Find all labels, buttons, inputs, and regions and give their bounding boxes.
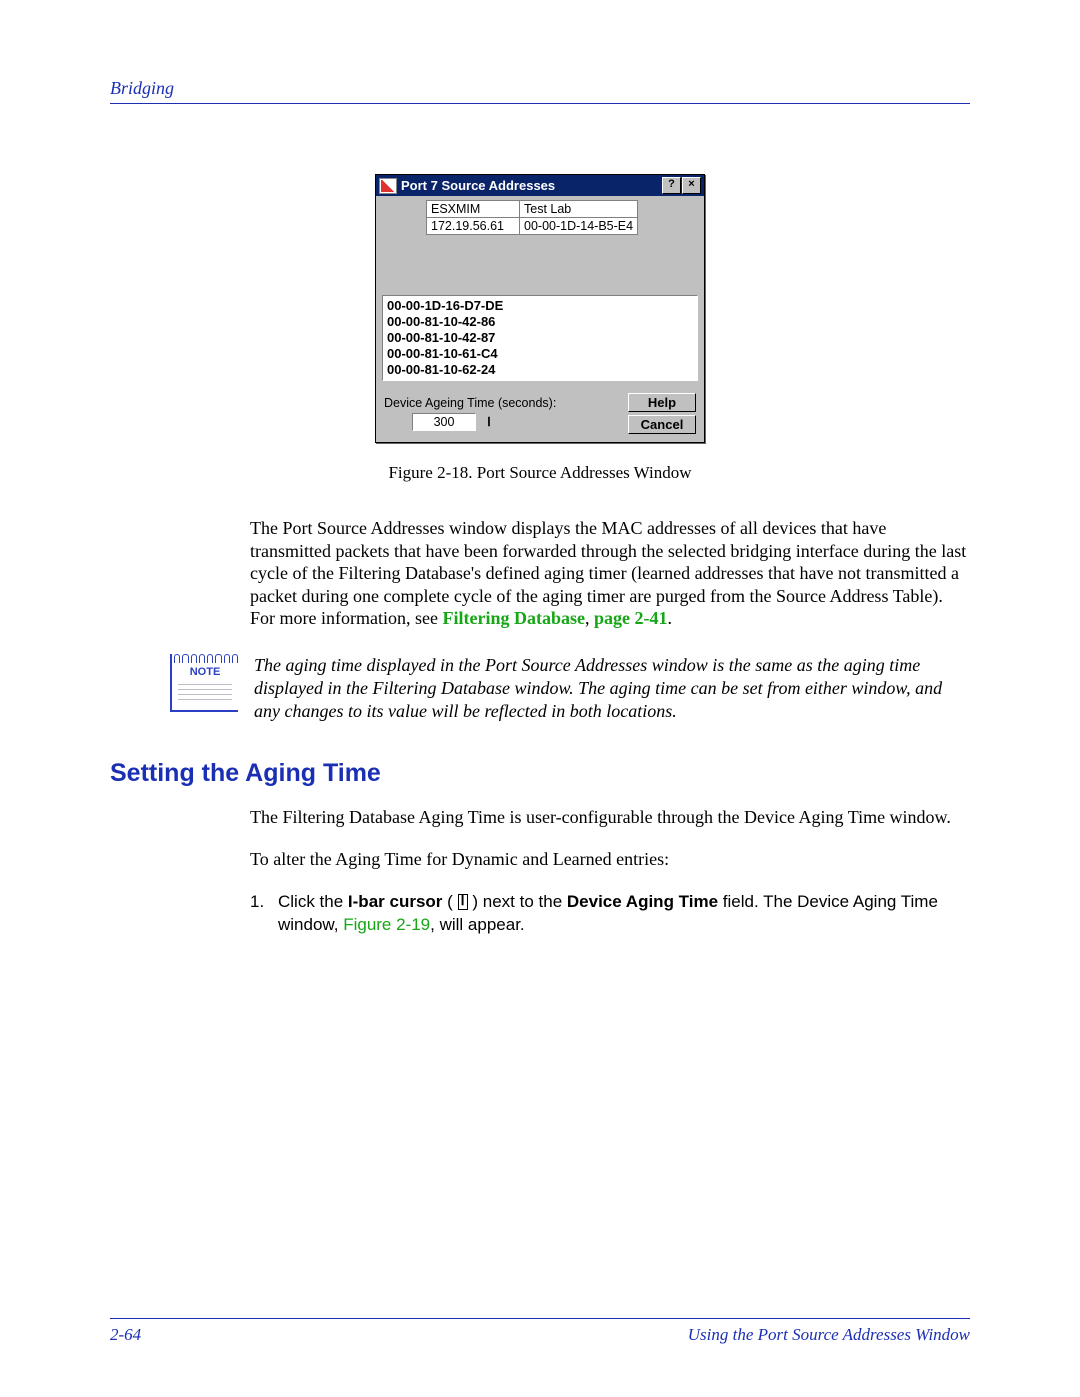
device-info-grid: ESXMIM Test Lab 172.19.56.61 00-00-1D-14… <box>382 200 698 235</box>
paragraph: To alter the Aging Time for Dynamic and … <box>250 848 970 871</box>
device-mac-cell: 00-00-1D-14-B5-E4 <box>520 218 638 235</box>
device-name-cell: ESXMIM <box>427 201 520 218</box>
list-item[interactable]: 00-00-81-10-62-24 <box>387 362 693 378</box>
help-icon[interactable]: ? <box>662 177 681 194</box>
running-header: Bridging <box>110 78 970 104</box>
paragraph-text: , <box>585 608 594 628</box>
step-text-bold: I-bar cursor <box>348 892 442 911</box>
step-text: ( <box>442 892 457 911</box>
step-text-bold: Device Aging Time <box>567 892 718 911</box>
step-item: 1. Click the I-bar cursor ( Ⅰ ) next to … <box>250 891 970 937</box>
page-footer: 2-64 Using the Port Source Addresses Win… <box>110 1318 970 1345</box>
step-text: , will appear. <box>430 915 525 934</box>
device-location-cell: Test Lab <box>520 201 638 218</box>
xref-figure[interactable]: Figure 2-19 <box>343 915 430 934</box>
app-icon <box>379 178 397 194</box>
step-number: 1. <box>250 891 278 937</box>
ibar-cursor-icon[interactable]: Ⅰ <box>482 414 496 430</box>
step-text: Click the <box>278 892 348 911</box>
list-item[interactable]: 00-00-81-10-61-C4 <box>387 346 693 362</box>
note-label: NOTE <box>172 666 238 678</box>
help-button[interactable]: Help <box>628 393 696 412</box>
note-text: The aging time displayed in the Port Sou… <box>254 654 970 723</box>
paragraph: The Filtering Database Aging Time is use… <box>250 806 970 829</box>
close-icon[interactable]: × <box>682 177 701 194</box>
section-heading: Setting the Aging Time <box>110 759 970 788</box>
dialog-window: Port 7 Source Addresses ? × ESXMIM Test … <box>375 174 705 443</box>
list-item[interactable]: 00-00-1D-16-D7-DE <box>387 298 693 314</box>
ageing-label: Device Ageing Time (seconds): <box>384 396 628 410</box>
list-item[interactable]: 00-00-81-10-42-86 <box>387 314 693 330</box>
titlebar: Port 7 Source Addresses ? × <box>376 175 704 196</box>
note-icon: NOTE <box>170 654 240 712</box>
paragraph-text: . <box>667 608 672 628</box>
paragraph: The Port Source Addresses window display… <box>250 517 970 630</box>
figure-screenshot: Port 7 Source Addresses ? × ESXMIM Test … <box>375 174 705 443</box>
cancel-button[interactable]: Cancel <box>628 415 696 434</box>
ibar-cursor-icon: Ⅰ <box>458 894 468 910</box>
window-title: Port 7 Source Addresses <box>401 178 661 193</box>
page-number: 2-64 <box>110 1325 141 1345</box>
mac-address-list[interactable]: 00-00-1D-16-D7-DE 00-00-81-10-42-86 00-0… <box>382 295 698 381</box>
xref-filtering-database[interactable]: Filtering Database <box>442 608 584 628</box>
step-text: ) next to the <box>468 892 567 911</box>
ageing-time-field[interactable]: 300 <box>412 413 476 431</box>
note-block: NOTE The aging time displayed in the Por… <box>170 654 970 723</box>
device-ip-cell: 172.19.56.61 <box>427 218 520 235</box>
figure-caption: Figure 2-18. Port Source Addresses Windo… <box>110 463 970 483</box>
footer-title: Using the Port Source Addresses Window <box>688 1325 970 1345</box>
xref-page-ref[interactable]: page 2-41 <box>594 608 668 628</box>
list-item[interactable]: 00-00-81-10-42-87 <box>387 330 693 346</box>
